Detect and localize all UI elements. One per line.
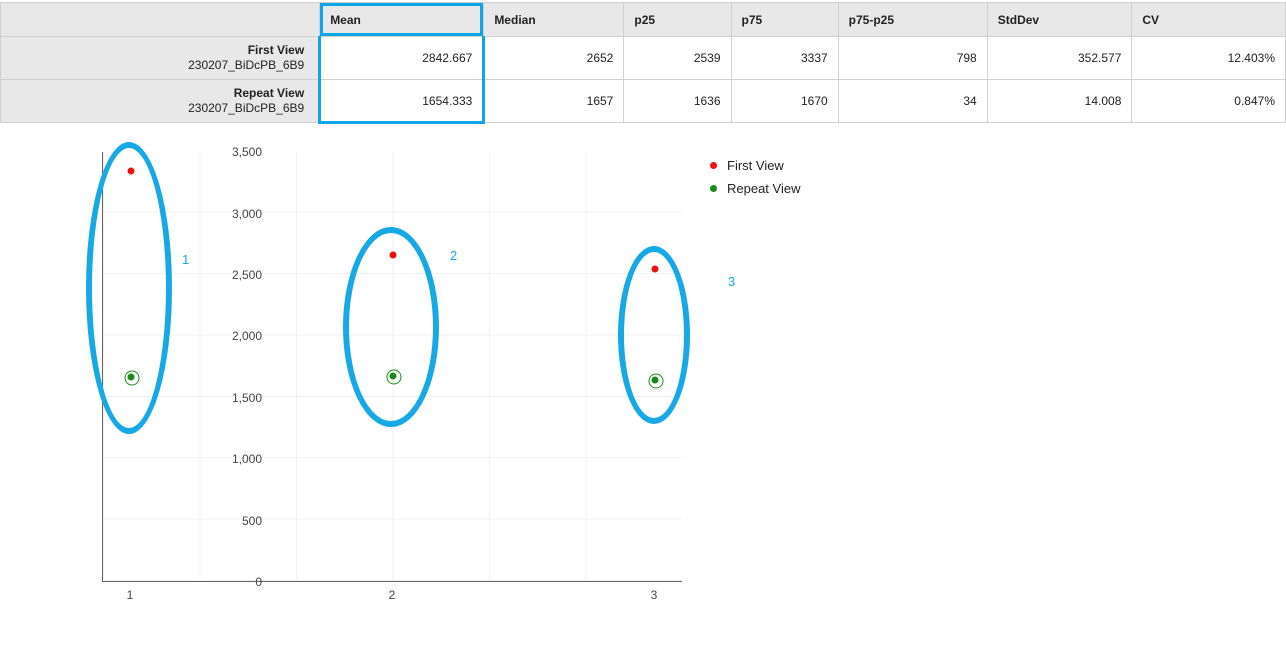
col-mean[interactable]: Mean [320,3,484,37]
stats-label-col-header [1,3,320,37]
cell-value: 0.847% [1132,80,1286,123]
row-label-title: First View [248,43,304,57]
cell-value: 2842.667 [320,37,484,80]
stats-table: Mean Median p25 p75 p75-p25 StdDev CV Fi… [0,2,1286,124]
legend-label: Repeat View [727,181,800,196]
row-label: First View 230207_BiDcPB_6B9 [1,37,320,80]
legend-label: First View [727,158,784,173]
row-label-sub: 230207_BiDcPB_6B9 [188,101,304,115]
legend-item[interactable]: Repeat View [710,181,800,196]
x-tick: 1 [127,588,134,602]
cell-value: 14.008 [987,80,1132,123]
table-row: Repeat View 230207_BiDcPB_6B9 1654.333 1… [1,80,1286,123]
y-tick: 3,000 [212,207,262,221]
legend-dot-icon [710,185,717,192]
y-tick: 2,000 [212,329,262,343]
row-label-title: Repeat View [234,86,304,100]
cell-value: 2539 [624,37,731,80]
col-p75-p25[interactable]: p75-p25 [838,3,987,37]
y-tick: 0 [212,575,262,589]
cell-value: 3337 [731,37,838,80]
cell-value: 352.577 [987,37,1132,80]
cell-value: 1670 [731,80,838,123]
stats-header: Mean Median p25 p75 p75-p25 StdDev CV [1,3,1286,37]
cell-value: 12.403% [1132,37,1286,80]
y-tick: 3,500 [212,145,262,159]
y-tick: 1,500 [212,391,262,405]
x-tick: 3 [651,588,658,602]
cell-value: 2652 [484,37,624,80]
y-tick: 2,500 [212,268,262,282]
col-p25[interactable]: p25 [624,3,731,37]
cell-value: 798 [838,37,987,80]
annotation-ellipse [86,142,172,434]
annotation-label: 3 [728,274,735,289]
annotation-label: 1 [182,252,189,267]
cell-value: 34 [838,80,987,123]
y-tick: 1,000 [212,452,262,466]
annotation-ellipse [618,246,690,424]
col-cv[interactable]: CV [1132,3,1286,37]
annotation-label: 2 [450,248,457,263]
table-row: First View 230207_BiDcPB_6B9 2842.667 26… [1,37,1286,80]
legend-dot-icon [710,162,717,169]
col-stddev[interactable]: StdDev [987,3,1132,37]
col-p75[interactable]: p75 [731,3,838,37]
scatter-chart: 0 500 1,000 1,500 2,000 2,500 3,000 3,50… [30,138,850,618]
annotation-ellipse [343,227,439,427]
cell-value: 1657 [484,80,624,123]
row-label: Repeat View 230207_BiDcPB_6B9 [1,80,320,123]
cell-value: 1636 [624,80,731,123]
chart-legend: First View Repeat View [710,158,800,204]
y-tick: 500 [212,514,262,528]
row-label-sub: 230207_BiDcPB_6B9 [188,58,304,72]
cell-value: 1654.333 [320,80,484,123]
col-median[interactable]: Median [484,3,624,37]
legend-item[interactable]: First View [710,158,800,173]
x-tick: 2 [389,588,396,602]
